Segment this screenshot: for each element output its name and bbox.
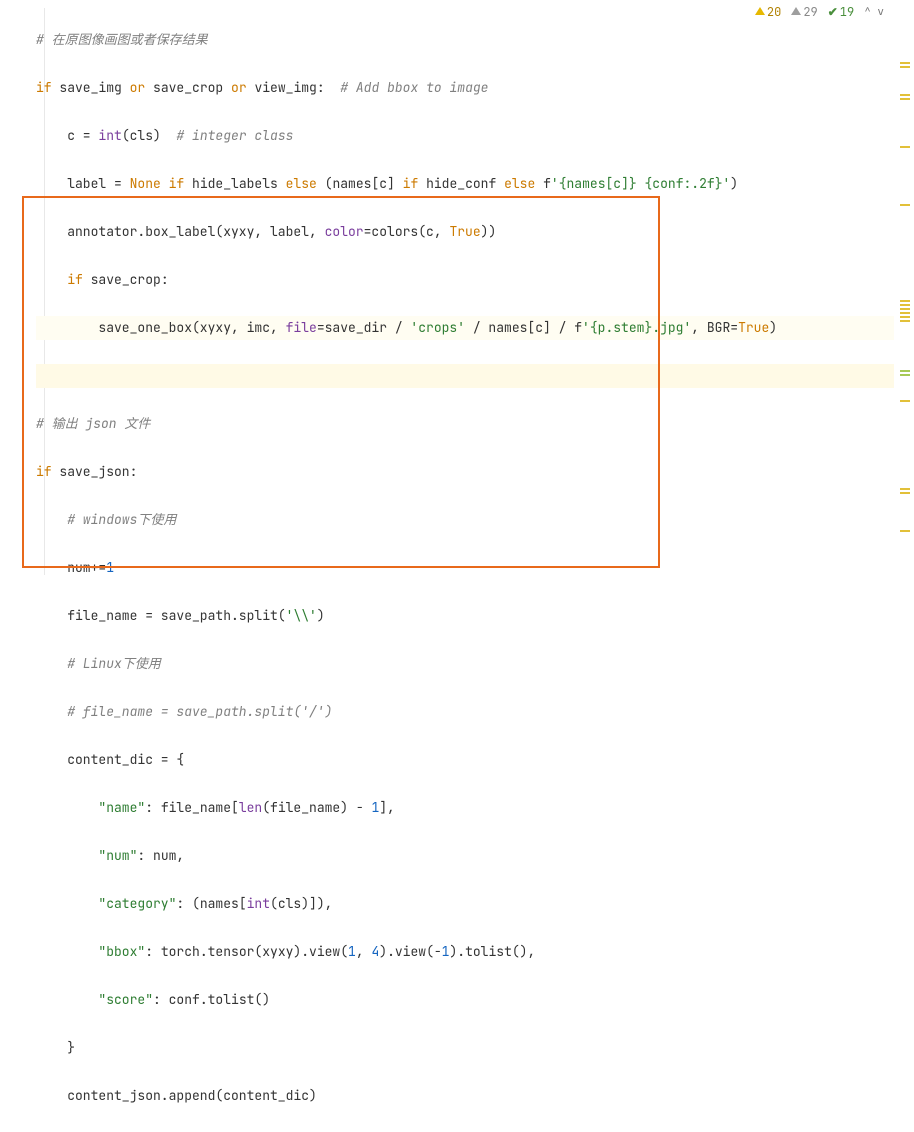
code-editor[interactable]: # 在原图像画图或者保存结果 if save_img or save_crop … [0,0,914,575]
comment: # file_name = save_path.split('/') [67,703,332,720]
gutter-mark [900,98,910,100]
gutter-mark [900,146,910,148]
builtin-int: int [98,127,121,144]
minimap-gutter[interactable] [894,0,914,575]
gutter-mark [900,370,910,372]
nav-arrows[interactable]: ^ v [864,5,884,19]
gutter-mark [900,492,910,494]
comment: # Linux下使用 [67,655,161,672]
gutter-mark [900,374,910,376]
gutter-mark [900,62,910,64]
comment: # 输出 json 文件 [36,415,150,432]
warning-count-1[interactable]: 20 [755,4,781,20]
gutter-mark [900,304,910,306]
comment: # Add bbox to image [340,79,488,96]
gutter-mark [900,66,910,68]
gutter-mark [900,530,910,532]
comment: # integer class [176,127,293,144]
gutter-mark [900,204,910,206]
gutter-mark [900,400,910,402]
gutter-mark [900,316,910,318]
warning-count-2[interactable]: 29 [791,4,817,20]
gutter-mark [900,320,910,322]
gutter-mark [900,308,910,310]
keyword-if: if [36,79,52,96]
string: '{names[c]} {conf:.2f}' [551,175,730,192]
gutter-mark [900,300,910,302]
editor-status-bar: 20 29 ✔19 ^ v [751,4,888,20]
gutter-mark [900,488,910,490]
gutter-mark [900,312,910,314]
ok-count[interactable]: ✔19 [828,4,854,20]
comment: # windows下使用 [67,511,176,528]
comment: # 在原图像画图或者保存结果 [36,31,208,48]
gutter-mark [900,94,910,96]
